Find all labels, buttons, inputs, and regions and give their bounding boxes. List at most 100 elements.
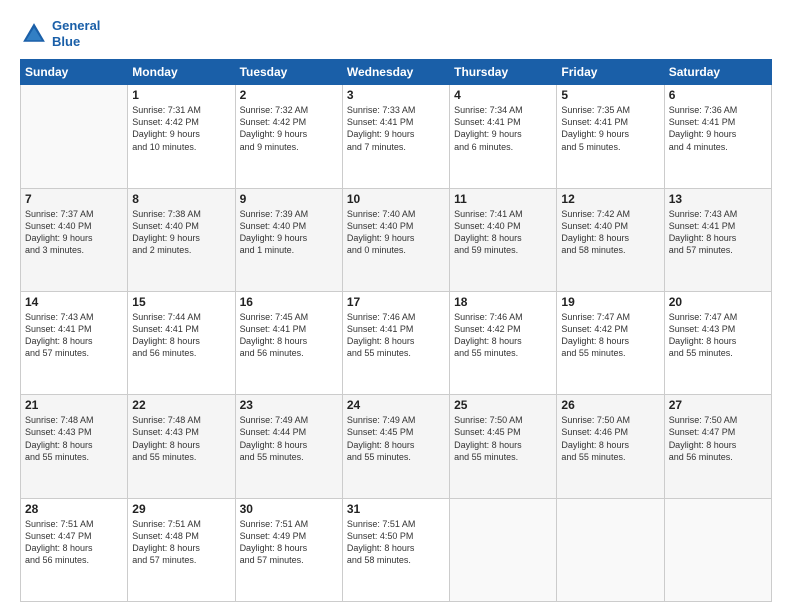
calendar-cell <box>450 498 557 601</box>
day-number: 27 <box>669 398 767 412</box>
cell-info: Sunrise: 7:51 AM Sunset: 4:50 PM Dayligh… <box>347 518 445 567</box>
day-number: 24 <box>347 398 445 412</box>
cell-info: Sunrise: 7:49 AM Sunset: 4:45 PM Dayligh… <box>347 414 445 463</box>
cell-info: Sunrise: 7:42 AM Sunset: 4:40 PM Dayligh… <box>561 208 659 257</box>
calendar-cell: 6 Sunrise: 7:36 AM Sunset: 4:41 PM Daylig… <box>664 85 771 188</box>
day-number: 25 <box>454 398 552 412</box>
calendar-cell: 8Sunrise: 7:38 AM Sunset: 4:40 PM Daylig… <box>128 188 235 291</box>
calendar-cell: 18 Sunrise: 7:46 AM Sunset: 4:42 PM Dayli… <box>450 291 557 394</box>
cell-info: Sunrise: 7:50 AM Sunset: 4:45 PM Dayligh… <box>454 414 552 463</box>
logo-text: General Blue <box>52 18 100 49</box>
calendar-cell: 26 Sunrise: 7:50 AM Sunset: 4:46 PM Dayli… <box>557 395 664 498</box>
day-number: 3 <box>347 88 445 102</box>
day-number: 23 <box>240 398 338 412</box>
calendar-cell: 24 Sunrise: 7:49 AM Sunset: 4:45 PM Dayli… <box>342 395 449 498</box>
day-number: 6 <box>669 88 767 102</box>
day-number: 1 <box>132 88 230 102</box>
day-number: 21 <box>25 398 123 412</box>
cell-info: Sunrise: 7:43 AM Sunset: 4:41 PM Dayligh… <box>669 208 767 257</box>
cell-info: Sunrise: 7:37 AM Sunset: 4:40 PM Dayligh… <box>25 208 123 257</box>
day-number: 28 <box>25 502 123 516</box>
cell-info: Sunrise: 7:51 AM Sunset: 4:47 PM Dayligh… <box>25 518 123 567</box>
cell-info: Sunrise: 7:34 AM Sunset: 4:41 PM Dayligh… <box>454 104 552 153</box>
cell-info: Sunrise: 7:33 AM Sunset: 4:41 PM Dayligh… <box>347 104 445 153</box>
calendar-cell: 10Sunrise: 7:40 AM Sunset: 4:40 PM Dayli… <box>342 188 449 291</box>
calendar-cell: 1 Sunrise: 7:31 AM Sunset: 4:42 PM Daylig… <box>128 85 235 188</box>
cell-info: Sunrise: 7:51 AM Sunset: 4:48 PM Dayligh… <box>132 518 230 567</box>
col-header-tuesday: Tuesday <box>235 60 342 85</box>
col-header-saturday: Saturday <box>664 60 771 85</box>
col-header-thursday: Thursday <box>450 60 557 85</box>
calendar-cell: 5 Sunrise: 7:35 AM Sunset: 4:41 PM Daylig… <box>557 85 664 188</box>
day-number: 19 <box>561 295 659 309</box>
calendar-cell: 16 Sunrise: 7:45 AM Sunset: 4:41 PM Dayli… <box>235 291 342 394</box>
calendar-cell <box>21 85 128 188</box>
calendar-cell: 15 Sunrise: 7:44 AM Sunset: 4:41 PM Dayli… <box>128 291 235 394</box>
calendar-cell: 23 Sunrise: 7:49 AM Sunset: 4:44 PM Dayli… <box>235 395 342 498</box>
cell-info: Sunrise: 7:47 AM Sunset: 4:43 PM Dayligh… <box>669 311 767 360</box>
cell-info: Sunrise: 7:39 AM Sunset: 4:40 PM Dayligh… <box>240 208 338 257</box>
page: General Blue SundayMondayTuesdayWednesda… <box>0 0 792 612</box>
calendar-table: SundayMondayTuesdayWednesdayThursdayFrid… <box>20 59 772 602</box>
day-number: 4 <box>454 88 552 102</box>
calendar-cell: 13 Sunrise: 7:43 AM Sunset: 4:41 PM Dayli… <box>664 188 771 291</box>
cell-info: Sunrise: 7:50 AM Sunset: 4:46 PM Dayligh… <box>561 414 659 463</box>
day-number: 14 <box>25 295 123 309</box>
day-number: 29 <box>132 502 230 516</box>
day-number: 7 <box>25 192 123 206</box>
cell-info: Sunrise: 7:46 AM Sunset: 4:41 PM Dayligh… <box>347 311 445 360</box>
calendar-cell: 4 Sunrise: 7:34 AM Sunset: 4:41 PM Daylig… <box>450 85 557 188</box>
calendar-cell: 20 Sunrise: 7:47 AM Sunset: 4:43 PM Dayli… <box>664 291 771 394</box>
calendar-cell: 30 Sunrise: 7:51 AM Sunset: 4:49 PM Dayli… <box>235 498 342 601</box>
cell-info: Sunrise: 7:48 AM Sunset: 4:43 PM Dayligh… <box>132 414 230 463</box>
day-number: 13 <box>669 192 767 206</box>
day-number: 22 <box>132 398 230 412</box>
cell-info: Sunrise: 7:45 AM Sunset: 4:41 PM Dayligh… <box>240 311 338 360</box>
calendar-cell: 3 Sunrise: 7:33 AM Sunset: 4:41 PM Daylig… <box>342 85 449 188</box>
day-number: 11 <box>454 192 552 206</box>
cell-info: Sunrise: 7:50 AM Sunset: 4:47 PM Dayligh… <box>669 414 767 463</box>
cell-info: Sunrise: 7:46 AM Sunset: 4:42 PM Dayligh… <box>454 311 552 360</box>
day-number: 2 <box>240 88 338 102</box>
calendar-cell: 22 Sunrise: 7:48 AM Sunset: 4:43 PM Dayli… <box>128 395 235 498</box>
calendar-cell: 21 Sunrise: 7:48 AM Sunset: 4:43 PM Dayli… <box>21 395 128 498</box>
col-header-wednesday: Wednesday <box>342 60 449 85</box>
day-number: 9 <box>240 192 338 206</box>
logo-icon <box>20 20 48 48</box>
cell-info: Sunrise: 7:49 AM Sunset: 4:44 PM Dayligh… <box>240 414 338 463</box>
cell-info: Sunrise: 7:36 AM Sunset: 4:41 PM Dayligh… <box>669 104 767 153</box>
day-number: 18 <box>454 295 552 309</box>
calendar-cell: 27 Sunrise: 7:50 AM Sunset: 4:47 PM Dayli… <box>664 395 771 498</box>
cell-info: Sunrise: 7:48 AM Sunset: 4:43 PM Dayligh… <box>25 414 123 463</box>
col-header-monday: Monday <box>128 60 235 85</box>
day-number: 5 <box>561 88 659 102</box>
day-number: 16 <box>240 295 338 309</box>
cell-info: Sunrise: 7:51 AM Sunset: 4:49 PM Dayligh… <box>240 518 338 567</box>
day-number: 26 <box>561 398 659 412</box>
cell-info: Sunrise: 7:47 AM Sunset: 4:42 PM Dayligh… <box>561 311 659 360</box>
day-number: 12 <box>561 192 659 206</box>
cell-info: Sunrise: 7:43 AM Sunset: 4:41 PM Dayligh… <box>25 311 123 360</box>
calendar-cell: 11 Sunrise: 7:41 AM Sunset: 4:40 PM Dayli… <box>450 188 557 291</box>
calendar-cell: 12 Sunrise: 7:42 AM Sunset: 4:40 PM Dayli… <box>557 188 664 291</box>
col-header-friday: Friday <box>557 60 664 85</box>
calendar-cell: 29 Sunrise: 7:51 AM Sunset: 4:48 PM Dayli… <box>128 498 235 601</box>
logo: General Blue <box>20 18 100 49</box>
calendar-cell <box>664 498 771 601</box>
day-number: 20 <box>669 295 767 309</box>
calendar-cell: 28 Sunrise: 7:51 AM Sunset: 4:47 PM Dayli… <box>21 498 128 601</box>
calendar-cell: 25 Sunrise: 7:50 AM Sunset: 4:45 PM Dayli… <box>450 395 557 498</box>
cell-info: Sunrise: 7:32 AM Sunset: 4:42 PM Dayligh… <box>240 104 338 153</box>
cell-info: Sunrise: 7:35 AM Sunset: 4:41 PM Dayligh… <box>561 104 659 153</box>
cell-info: Sunrise: 7:31 AM Sunset: 4:42 PM Dayligh… <box>132 104 230 153</box>
cell-info: Sunrise: 7:41 AM Sunset: 4:40 PM Dayligh… <box>454 208 552 257</box>
calendar-cell: 19 Sunrise: 7:47 AM Sunset: 4:42 PM Dayli… <box>557 291 664 394</box>
day-number: 30 <box>240 502 338 516</box>
cell-info: Sunrise: 7:44 AM Sunset: 4:41 PM Dayligh… <box>132 311 230 360</box>
day-number: 31 <box>347 502 445 516</box>
header: General Blue <box>20 18 772 49</box>
calendar-cell: 31 Sunrise: 7:51 AM Sunset: 4:50 PM Dayli… <box>342 498 449 601</box>
col-header-sunday: Sunday <box>21 60 128 85</box>
day-number: 15 <box>132 295 230 309</box>
calendar-cell: 17Sunrise: 7:46 AM Sunset: 4:41 PM Dayli… <box>342 291 449 394</box>
